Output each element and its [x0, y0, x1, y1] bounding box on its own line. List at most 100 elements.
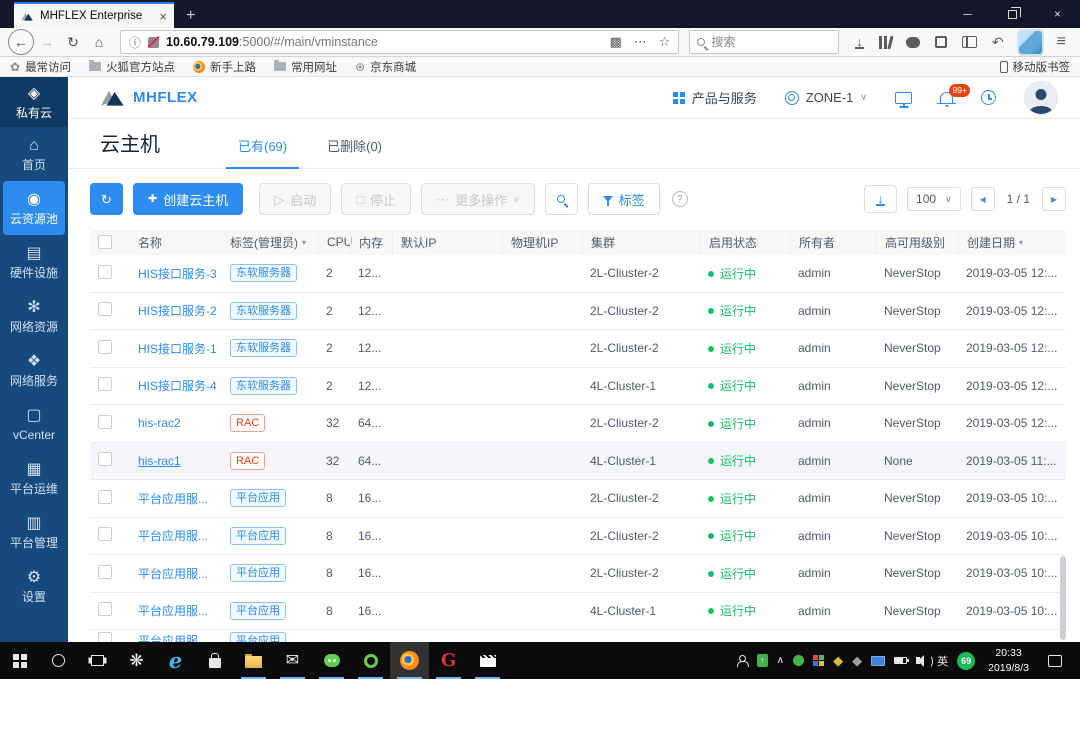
column-header[interactable]: 物理机IP [502, 229, 582, 255]
vm-name-link[interactable]: 平台应用服... [138, 604, 208, 618]
bookmark-jd-mall[interactable]: ⊕ 京东商城 [355, 59, 416, 75]
next-page-button[interactable]: ▶ [1042, 187, 1066, 211]
taskbar-clock[interactable]: 20:33 2019/8/3 [988, 646, 1029, 674]
column-header[interactable]: 标签(管理员) ▾ [222, 229, 318, 255]
vm-name-link[interactable]: 平台应用服... [138, 634, 208, 642]
battery-percent-badge[interactable]: 69 [957, 651, 976, 670]
ime-indicator[interactable]: 英 [937, 653, 948, 669]
column-header[interactable]: 集群 [582, 229, 700, 255]
browser-tab[interactable]: MHFLEX Enterprise × [14, 2, 174, 28]
reload-button[interactable]: ↻ [60, 30, 86, 54]
extension-icon[interactable] [1018, 30, 1042, 54]
select-all-checkbox[interactable] [98, 235, 112, 249]
menu-hamburger-icon[interactable]: ≡ [1057, 33, 1066, 51]
row-checkbox[interactable] [98, 602, 112, 617]
vm-name-link[interactable]: HIS接口服务-2 [138, 304, 217, 318]
row-checkbox[interactable] [98, 339, 112, 354]
back-button[interactable]: ← [8, 29, 34, 55]
page-size-select[interactable]: 100 ∨ [907, 187, 961, 211]
red-g-app-button[interactable]: G [429, 642, 468, 679]
restore-button[interactable] [990, 0, 1035, 28]
console-button[interactable] [895, 91, 912, 104]
column-header[interactable]: 内存 [350, 229, 392, 255]
usb-tray-icon[interactable] [756, 654, 768, 667]
brand[interactable]: MHFLEX [100, 87, 198, 108]
bookmark-most-visited[interactable]: ✿ 最常访问 [10, 59, 71, 75]
sidebar-item-network-resources[interactable]: ✻ 网络资源 [0, 289, 68, 343]
refresh-button[interactable]: ↻ [90, 183, 123, 215]
row-checkbox[interactable] [98, 632, 112, 642]
sidebar-item-vcenter[interactable]: ▢ vCenter [0, 397, 68, 451]
column-header[interactable]: 默认IP [392, 229, 502, 255]
site-info-icon[interactable]: ⓘ [129, 34, 141, 51]
bookmark-getting-started[interactable]: 新手上路 [193, 59, 256, 75]
url-bar[interactable]: ⓘ 10.60.79.109:5000/#/main/vminstance ▩ … [120, 30, 680, 54]
gray-diamond-tray-icon[interactable]: ◆ [852, 654, 862, 667]
display-tray-icon[interactable] [871, 655, 886, 666]
pinwheel-app-button[interactable]: ❋ [117, 642, 156, 679]
green-ring-app-button[interactable] [351, 642, 390, 679]
undo-icon[interactable]: ↶ [992, 34, 1004, 51]
column-header[interactable]: 名称 [130, 229, 222, 255]
bookmark-common-sites[interactable]: 常用网址 [274, 59, 337, 75]
vm-name-link[interactable]: 平台应用服... [138, 567, 208, 581]
column-header[interactable]: 所有者 [790, 229, 876, 255]
vm-name-link[interactable]: HIS接口服务-4 [138, 379, 217, 393]
sidebar-item-platform-mgmt[interactable]: ▥ 平台管理 [0, 505, 68, 559]
battery-tray-icon[interactable] [894, 657, 910, 664]
screenshot-icon[interactable] [934, 36, 947, 48]
row-checkbox[interactable] [98, 452, 112, 467]
stop-button[interactable]: □ 停止 [341, 183, 412, 215]
create-vm-button[interactable]: ✚ 创建云主机 [133, 183, 244, 215]
row-checkbox[interactable] [98, 414, 112, 429]
vm-name-link[interactable]: his-rac2 [138, 416, 181, 430]
green-dot-tray-icon[interactable] [793, 655, 805, 666]
row-checkbox[interactable] [98, 527, 112, 542]
column-header[interactable]: 启用状态 [700, 229, 790, 255]
column-header[interactable]: CPU [318, 229, 352, 255]
people-tray-icon[interactable] [736, 654, 749, 667]
column-header[interactable]: 创建日期 ▾ [958, 229, 1066, 255]
tray-expand-chevron[interactable]: ∧ [777, 655, 784, 666]
action-center-icon[interactable] [1048, 654, 1062, 667]
page-actions-icon[interactable]: ⋯ [634, 34, 647, 50]
close-button[interactable]: × [1035, 0, 1080, 28]
vm-name-link[interactable]: 平台应用服... [138, 492, 208, 506]
zone-selector[interactable]: ZONE-1 ∨ [784, 90, 867, 105]
mobile-bookmarks-folder[interactable]: 移动版书签 [999, 59, 1070, 75]
sidebar-item-hardware[interactable]: ▤ 硬件设施 [0, 235, 68, 289]
grid-app-tray-icon[interactable] [813, 655, 819, 660]
bookmark-star-icon[interactable]: ☆ [659, 34, 671, 50]
vm-name-link[interactable]: 平台应用服... [138, 529, 208, 543]
column-header[interactable]: 高可用级别 [876, 229, 958, 255]
media-app-button[interactable] [468, 642, 507, 679]
volume-tray-icon[interactable] [916, 654, 934, 668]
yellow-diamond-tray-icon[interactable]: ◆ [833, 654, 843, 667]
minimize-button[interactable]: ─ [945, 0, 990, 28]
firefox-button[interactable] [390, 642, 429, 679]
downloads-icon[interactable]: ↓ [855, 35, 864, 49]
start-button[interactable]: ▷ 启动 [259, 183, 332, 215]
sidebar-toggle-icon[interactable] [961, 36, 977, 48]
sidebar-item-platform-ops[interactable]: ▦ 平台运维 [0, 451, 68, 505]
more-actions-button[interactable]: ⋯ 更多操作 ∨ [421, 183, 535, 215]
help-icon[interactable]: ? [671, 191, 688, 207]
row-checkbox[interactable] [98, 302, 112, 317]
prev-page-button[interactable]: ◀ [970, 187, 995, 211]
tab-existing[interactable]: 已有(69) [218, 136, 307, 169]
search-input[interactable] [711, 35, 832, 49]
row-checkbox[interactable] [98, 489, 112, 504]
products-services-menu[interactable]: 产品与服务 [672, 88, 757, 107]
blocked-plugin-icon[interactable] [148, 36, 160, 48]
export-button[interactable]: ↓ [864, 185, 898, 213]
vm-name-link[interactable]: HIS接口服务-3 [138, 267, 217, 281]
sidebar-item-home[interactable]: ⌂ 首页 [0, 127, 68, 181]
tab-deleted[interactable]: 已删除(0) [307, 136, 402, 168]
vm-name-link[interactable]: his-rac1 [138, 454, 181, 468]
history-button[interactable] [981, 90, 996, 105]
tag-filter-button[interactable]: 标签 [587, 183, 660, 215]
store-button[interactable] [195, 642, 234, 679]
file-explorer-button[interactable] [234, 642, 273, 679]
sidebar-item-settings[interactable]: ⚙ 设置 [0, 559, 68, 613]
library-icon[interactable] [878, 35, 887, 49]
